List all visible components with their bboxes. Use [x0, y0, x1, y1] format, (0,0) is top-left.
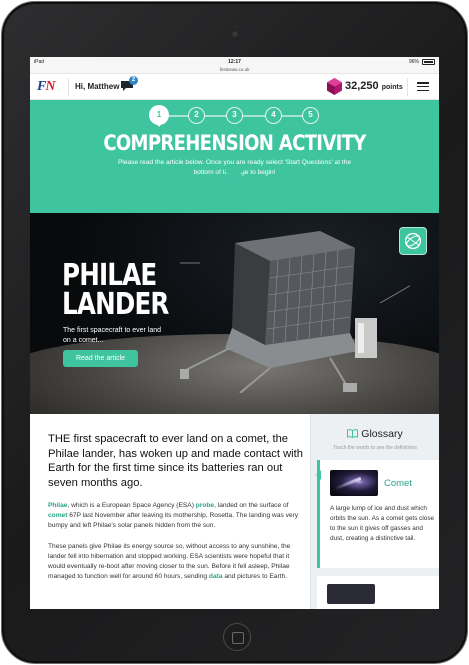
glossary-panel: Glossary Touch the words to see the defi…	[310, 414, 439, 609]
header-divider	[68, 78, 69, 96]
read-article-button[interactable]: Read the article	[63, 350, 138, 367]
header-divider	[407, 78, 408, 96]
status-bar: iPad 12:17 firstnews.co.uk 96%	[30, 57, 439, 74]
user-greeting[interactable]: Hi, Matthew	[75, 82, 119, 91]
gem-icon	[327, 78, 342, 95]
step-4[interactable]: 4	[265, 107, 282, 124]
site-logo[interactable]: FN	[37, 79, 55, 95]
home-button[interactable]	[223, 623, 251, 651]
article-title: PHILAE LANDER	[62, 258, 169, 322]
comet-thumbnail	[330, 470, 378, 496]
article-lead: THE first spacecraft to ever land on a c…	[48, 433, 303, 489]
points-value: 32,250	[345, 80, 379, 92]
message-count-badge: 2	[129, 76, 138, 85]
screen: iPad 12:17 firstnews.co.uk 96% FN Hi, Ma…	[30, 57, 439, 609]
step-3[interactable]: 3	[226, 107, 243, 124]
glossary-heading: Glossary	[311, 428, 439, 440]
globe-icon[interactable]	[399, 227, 427, 255]
glossary-card-comet[interactable]: Comet A large lump of ice and dust which…	[316, 460, 439, 568]
glossary-term: Comet	[384, 478, 412, 489]
article-hero: PHILAE LANDER The first spacecraft to ev…	[30, 213, 439, 414]
clock: 12:17	[228, 59, 241, 65]
hamburger-menu-icon[interactable]	[417, 82, 429, 92]
article-paragraph: These panels give Philae its energy sour…	[48, 543, 291, 580]
step-5[interactable]: 5	[302, 107, 319, 124]
glossary-card-next[interactable]	[317, 576, 439, 609]
battery-percent: 96%	[408, 59, 419, 65]
battery-icon	[422, 59, 435, 65]
step-progress: 1 2 3 4 5	[149, 105, 321, 127]
activity-banner: 1 2 3 4 5 COMPREHENSION ACTIVITY Please …	[30, 100, 439, 213]
glossary-link-philae[interactable]: Philae	[48, 502, 67, 509]
article-body: THE first spacecraft to ever land on a c…	[48, 432, 306, 582]
book-icon	[347, 429, 359, 438]
address-bar[interactable]: firstnews.co.uk	[30, 67, 439, 72]
glossary-link-comet[interactable]: comet	[48, 512, 67, 519]
glossary-hint: Touch the words to see the definitions	[333, 445, 417, 451]
article-subtitle: The first spacecraft to ever land on a c…	[63, 327, 162, 344]
front-camera	[231, 30, 239, 38]
banner-pointer	[224, 170, 244, 180]
philae-lander-image	[180, 231, 410, 393]
points-total: 32,250 points	[345, 80, 403, 92]
article-paragraph: Philae, which is a European Space Agency…	[48, 502, 299, 529]
step-1[interactable]: 1	[149, 105, 169, 127]
activity-title: COMPREHENSION ACTIVITY	[103, 131, 366, 155]
article-content: THE first spacecraft to ever land on a c…	[30, 414, 439, 609]
glossary-link-data[interactable]: data	[209, 573, 223, 580]
step-2[interactable]: 2	[188, 107, 205, 124]
points-unit: points	[381, 84, 403, 91]
glossary-definition: A large lump of ice and dust which orbit…	[330, 505, 435, 542]
site-header: FN Hi, Matthew 2 32,250 points	[30, 74, 439, 100]
glossary-link-probe[interactable]: probe	[196, 502, 214, 509]
